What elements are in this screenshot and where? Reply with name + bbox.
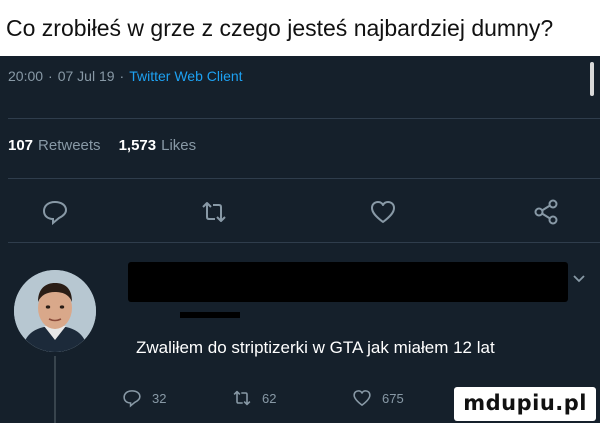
thread-line xyxy=(54,356,56,423)
like-count: 675 xyxy=(382,390,404,406)
likes-count: 1,573 xyxy=(118,137,157,154)
comment-icon xyxy=(42,200,68,226)
divider xyxy=(8,242,600,243)
retweets-count: 107 xyxy=(8,137,34,154)
watermark: mdupiu.pl xyxy=(454,387,596,421)
tweet-actions xyxy=(0,190,600,234)
reply-like-button[interactable]: 675 xyxy=(352,388,404,408)
share-icon xyxy=(534,199,558,225)
tweet-date: 07 Jul 19 xyxy=(57,68,115,84)
like-button[interactable] xyxy=(369,198,397,226)
tweet-client-link[interactable]: Twitter Web Client xyxy=(129,68,242,84)
share-button[interactable] xyxy=(532,198,560,226)
avatar[interactable] xyxy=(14,270,96,352)
retweet-count: 62 xyxy=(262,390,277,406)
chevron-down-icon[interactable] xyxy=(572,272,586,286)
tweet-meta: 20:00 · 07 Jul 19 · Twitter Web Client xyxy=(8,68,243,84)
retweet-icon xyxy=(202,202,226,222)
comment-icon xyxy=(123,390,141,408)
tweet-detail: 20:00 · 07 Jul 19 · Twitter Web Client 107 Re… xyxy=(0,56,600,423)
reply-button[interactable] xyxy=(41,198,69,226)
meme-caption: Co zrobiłeś w grze z czego jesteś najbar… xyxy=(0,0,600,56)
reply-retweet-button[interactable]: 62 xyxy=(232,388,276,408)
heart-icon xyxy=(353,390,371,406)
likes-stat[interactable]: 1,573 Likes xyxy=(119,137,197,154)
reply-text: Zwaliłem do striptizerki w GTA jak miałe… xyxy=(136,338,495,357)
tweet-time: 20:00 xyxy=(8,68,44,84)
heart-icon xyxy=(371,201,395,223)
redacted-handle xyxy=(180,312,240,318)
retweets-stat[interactable]: 107 Retweets xyxy=(8,137,101,154)
retweet-button[interactable] xyxy=(200,198,228,226)
redacted-username xyxy=(128,262,568,302)
divider xyxy=(8,118,600,119)
retweets-label: Retweets xyxy=(38,137,101,154)
reply-reply-button[interactable]: 32 xyxy=(122,388,166,408)
divider xyxy=(8,178,600,179)
likes-label: Likes xyxy=(161,137,197,154)
reply-count: 32 xyxy=(152,390,167,406)
retweet-icon xyxy=(233,390,251,406)
avatar-image xyxy=(14,270,96,352)
scrollbar[interactable] xyxy=(590,62,594,96)
tweet-stats: 107 Retweets 1,573 Likes xyxy=(8,137,196,154)
